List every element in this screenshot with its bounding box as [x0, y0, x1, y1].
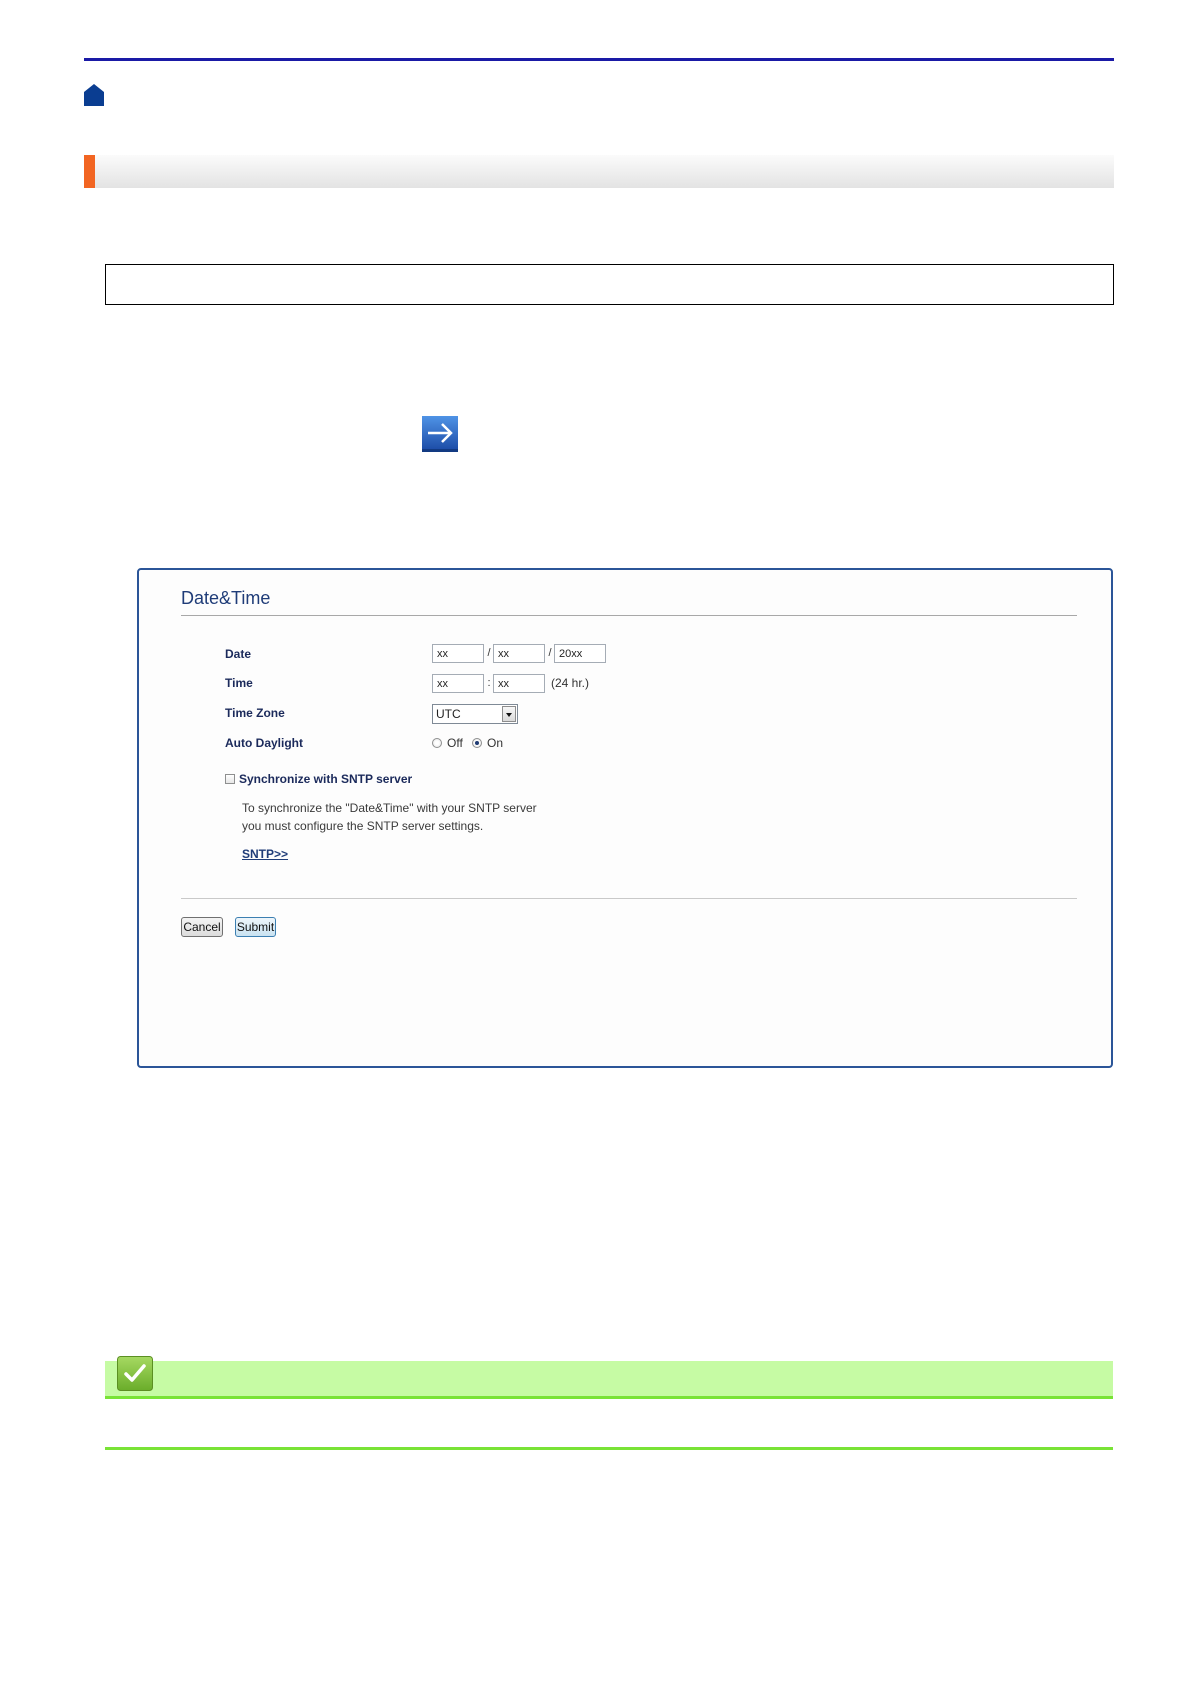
auto-daylight-off-label: Off: [447, 736, 463, 750]
tip-banner: [105, 1361, 1113, 1399]
form-divider: [181, 898, 1077, 899]
time-separator: :: [487, 677, 491, 689]
tip-bottom-rule: [105, 1447, 1113, 1450]
sntp-sync-checkbox[interactable]: [225, 774, 235, 784]
section-heading-bar: [84, 155, 1114, 188]
sntp-sync-label: Synchronize with SNTP server: [239, 772, 413, 786]
date-year-input[interactable]: [554, 644, 606, 663]
home-icon[interactable]: [84, 84, 104, 106]
time-format-hint: (24 hr.): [551, 676, 590, 690]
auto-daylight-on-label: On: [487, 736, 504, 750]
bordered-note-box: [105, 264, 1114, 305]
submit-button[interactable]: Submit: [235, 917, 276, 937]
time-label: Time: [225, 676, 253, 690]
date-time-settings-screenshot: Date&Time Date / / Time : (24 hr.) Time …: [137, 568, 1113, 1068]
time-zone-select[interactable]: UTC: [432, 704, 518, 724]
time-minute-input[interactable]: [493, 674, 545, 693]
sntp-settings-link[interactable]: SNTP>>: [242, 847, 288, 861]
cancel-button[interactable]: Cancel: [181, 917, 223, 937]
top-rule: [84, 58, 1114, 61]
date-day-input[interactable]: [493, 644, 545, 663]
time-hour-input[interactable]: [432, 674, 484, 693]
title-underline: [181, 615, 1077, 616]
chevron-down-icon[interactable]: [502, 706, 516, 722]
checkmark-icon: [117, 1356, 153, 1391]
auto-daylight-off-radio[interactable]: [432, 738, 442, 748]
sntp-note-line: you must configure the SNTP server setti…: [242, 819, 484, 833]
settings-title: Date&Time: [181, 588, 271, 608]
date-label: Date: [225, 647, 252, 661]
date-month-input[interactable]: [432, 644, 484, 663]
time-zone-value: UTC: [436, 707, 461, 721]
sntp-note-line: To synchronize the "Date&Time" with your…: [242, 801, 537, 815]
date-separator: /: [487, 647, 491, 659]
auto-daylight-label: Auto Daylight: [225, 736, 303, 750]
auto-daylight-on-radio[interactable]: [472, 738, 482, 748]
arrow-right-icon[interactable]: [422, 416, 458, 452]
time-zone-label: Time Zone: [225, 706, 285, 720]
heading-accent: [84, 155, 95, 188]
date-separator: /: [548, 647, 552, 659]
